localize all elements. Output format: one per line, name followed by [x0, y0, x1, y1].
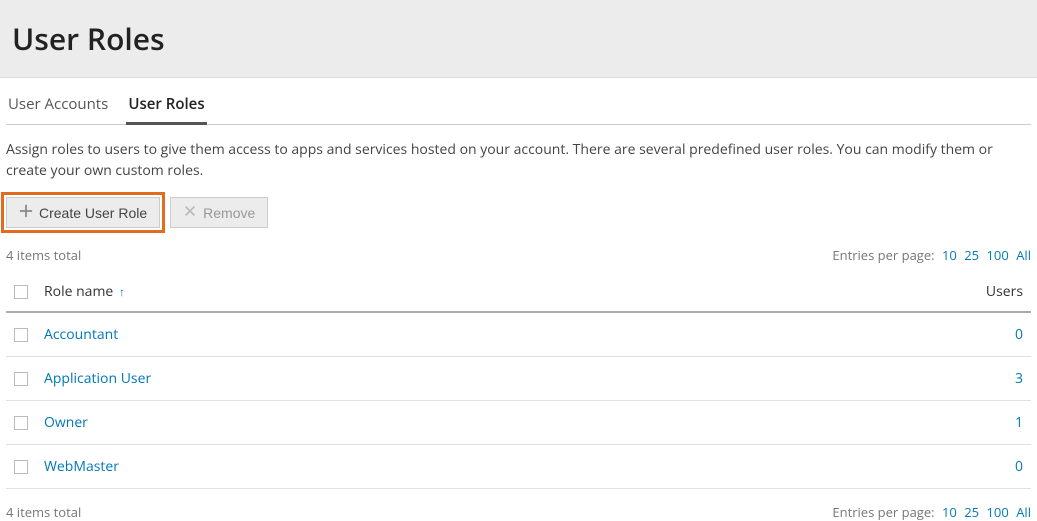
- table-row: Application User 3: [6, 357, 1031, 401]
- list-meta-top: 4 items total Entries per page: 10 25 10…: [6, 246, 1031, 264]
- column-role-name-label: Role name: [44, 282, 113, 301]
- users-count-link[interactable]: 3: [1015, 369, 1023, 388]
- remove-label: Remove: [203, 205, 255, 221]
- roles-table: Role name ↑ Users Accountant 0 Applicati…: [6, 272, 1031, 489]
- page-title: User Roles: [12, 18, 1025, 59]
- entries-per-page-top: Entries per page: 10 25 100 All: [832, 246, 1031, 264]
- entries-per-page-bottom: Entries per page: 10 25 100 All: [832, 503, 1031, 521]
- remove-icon: [183, 204, 197, 221]
- role-link[interactable]: Application User: [44, 369, 151, 388]
- create-user-role-button[interactable]: Create User Role: [6, 197, 160, 228]
- toolbar: Create User Role Remove: [6, 197, 1031, 228]
- row-checkbox[interactable]: [14, 460, 28, 474]
- role-link[interactable]: Accountant: [44, 325, 118, 344]
- entries-option-100[interactable]: 100: [987, 503, 1009, 521]
- sort-asc-icon: ↑: [119, 283, 125, 300]
- users-count-link[interactable]: 0: [1015, 457, 1023, 476]
- column-role-name[interactable]: Role name ↑: [36, 272, 731, 312]
- select-all-header: [6, 272, 36, 312]
- role-link[interactable]: WebMaster: [44, 457, 119, 476]
- users-count-link[interactable]: 1: [1015, 413, 1023, 432]
- tab-user-roles[interactable]: User Roles: [126, 90, 206, 125]
- table-header-row: Role name ↑ Users: [6, 272, 1031, 312]
- row-checkbox[interactable]: [14, 416, 28, 430]
- entries-option-25[interactable]: 25: [964, 503, 979, 521]
- list-meta-bottom: 4 items total Entries per page: 10 25 10…: [6, 503, 1031, 521]
- create-user-role-label: Create User Role: [39, 205, 147, 221]
- entries-option-10[interactable]: 10: [942, 246, 957, 264]
- page-description: Assign roles to users to give them acces…: [6, 139, 1031, 181]
- tab-user-accounts[interactable]: User Accounts: [6, 90, 110, 125]
- select-all-checkbox[interactable]: [14, 285, 28, 299]
- row-checkbox[interactable]: [14, 328, 28, 342]
- items-total-top: 4 items total: [6, 246, 81, 264]
- entries-label: Entries per page:: [832, 246, 934, 264]
- table-row: Accountant 0: [6, 312, 1031, 357]
- row-checkbox[interactable]: [14, 372, 28, 386]
- tabs: User Accounts User Roles: [6, 78, 1031, 125]
- remove-button[interactable]: Remove: [170, 197, 268, 228]
- entries-label: Entries per page:: [832, 503, 934, 521]
- users-count-link[interactable]: 0: [1015, 325, 1023, 344]
- items-total-bottom: 4 items total: [6, 503, 81, 521]
- column-users[interactable]: Users: [731, 272, 1031, 312]
- table-row: Owner 1: [6, 401, 1031, 445]
- column-users-label: Users: [986, 282, 1023, 301]
- plus-icon: [19, 204, 33, 221]
- entries-option-all[interactable]: All: [1016, 503, 1031, 521]
- page-header: User Roles: [0, 0, 1037, 78]
- entries-option-100[interactable]: 100: [987, 246, 1009, 264]
- entries-option-all[interactable]: All: [1016, 246, 1031, 264]
- entries-option-25[interactable]: 25: [964, 246, 979, 264]
- role-link[interactable]: Owner: [44, 413, 88, 432]
- entries-option-10[interactable]: 10: [942, 503, 957, 521]
- table-row: WebMaster 0: [6, 445, 1031, 489]
